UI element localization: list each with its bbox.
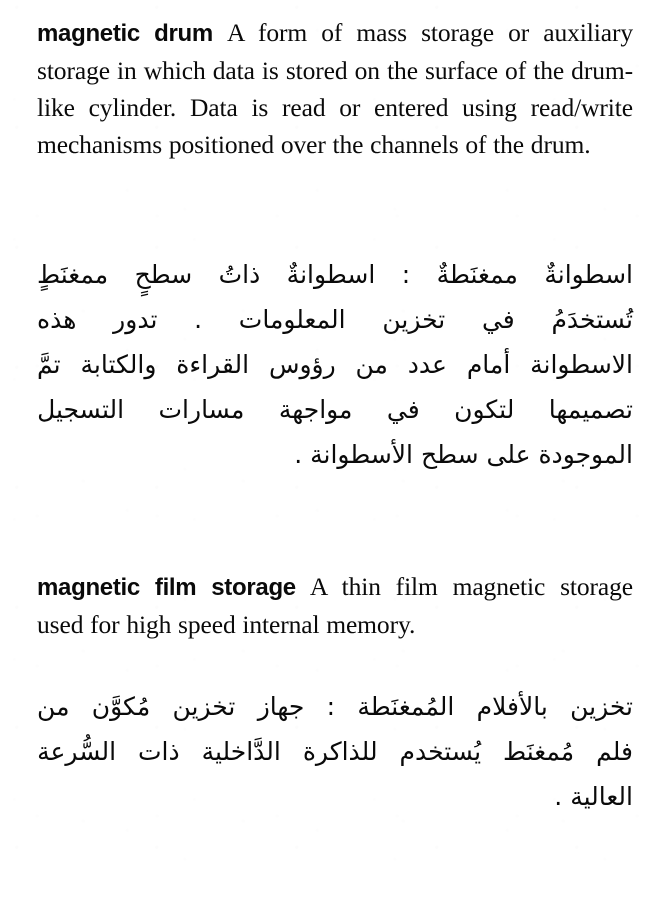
dictionary-entry: magnetic film storage A thin film magneti… (37, 568, 633, 643)
arabic-line: فلم مُمغنَط يُستخدم للذاكرة الدَّاخلية ذات الس… (37, 729, 633, 774)
arabic-word: من (355, 350, 388, 379)
arabic-word: هذه (37, 305, 77, 334)
arabic-word: اسطوانةٌ (286, 260, 376, 289)
arabic-line: تصميمها لتكون في مواجهة مسارات التسجيل (37, 387, 633, 432)
arabic-word: في (386, 395, 420, 424)
arabic-translation-block: تخزين بالأفلام المُمغنَطة: جهاز تخزين مُكوَّن… (37, 684, 633, 819)
arabic-word: أمام (466, 350, 511, 379)
arabic-word: تخزين (382, 305, 446, 334)
arabic-word: والكتابة (80, 350, 157, 379)
arabic-word: فلم (596, 737, 633, 766)
arabic-word: تصميمها (548, 395, 633, 424)
arabic-word: مُكوَّن (91, 692, 151, 721)
arabic-line: الاسطوانة أمام عدد من رؤوس القراءة والكتابة تمَ… (37, 342, 633, 387)
arabic-line: تُستخدَمُ في تخزين المعلومات. تدور هذه (37, 297, 633, 342)
arabic-word: عدد (407, 350, 447, 379)
arabic-word: ذات (138, 737, 180, 766)
dictionary-entry: magnetic drum A form of mass storage or a… (37, 14, 633, 163)
arabic-word: تمَّ (37, 350, 61, 379)
entry-headword: magnetic film storage (37, 574, 296, 601)
arabic-word: السُّرعة (37, 737, 117, 766)
dictionary-page: magnetic drum A form of mass storage or a… (0, 0, 665, 900)
arabic-word: المُمغنَطة (357, 692, 455, 721)
arabic-word: المعلومات (238, 305, 346, 334)
arabic-word: في (481, 305, 515, 334)
arabic-word: سطحٍ (134, 260, 193, 289)
arabic-word: للذاكرة (302, 737, 378, 766)
arabic-word: تُستخدَمُ (551, 305, 633, 334)
arabic-word: تخزين (570, 692, 633, 721)
entry-headword: magnetic drum (37, 20, 213, 47)
arabic-translation-block: اسطوانةٌ ممغنَطةٌ: اسطوانةٌ ذاتُ سطحٍ ممغنَطٍ… (37, 252, 633, 477)
arabic-word: تخزين (172, 692, 236, 721)
arabic-word: : (326, 692, 336, 721)
arabic-word: ممغنَطٍ (37, 260, 109, 289)
arabic-word: مواجهة (278, 395, 353, 424)
arabic-word: رؤوس (268, 350, 336, 379)
arabic-word: : (401, 260, 411, 289)
arabic-line: تخزين بالأفلام المُمغنَطة: جهاز تخزين مُكوَّن… (37, 684, 633, 729)
arabic-word: الدَّاخلية (201, 737, 281, 766)
arabic-word: . (194, 305, 203, 334)
arabic-word: مسارات (158, 395, 245, 424)
entry-english-definition: magnetic film storage A thin film magneti… (37, 568, 633, 643)
arabic-line: العالية . (554, 782, 633, 811)
arabic-word: لتكون (454, 395, 515, 424)
arabic-word: مُمغنَط (503, 737, 575, 766)
arabic-word: اسطوانةٌ (544, 260, 633, 289)
arabic-word: التسجيل (37, 395, 125, 424)
arabic-word: من (37, 692, 70, 721)
arabic-word: القراءة (176, 350, 250, 379)
arabic-word: ممغنَطةٌ (436, 260, 518, 289)
arabic-word: بالأفلام (476, 692, 548, 721)
entry-english-definition: magnetic drum A form of mass storage or a… (37, 14, 633, 163)
arabic-word: يُستخدم (399, 737, 482, 766)
arabic-word: تدور (113, 305, 158, 334)
arabic-line: الموجودة على سطح الأسطوانة . (294, 440, 633, 469)
arabic-word: جهاز (257, 692, 305, 721)
arabic-line: اسطوانةٌ ممغنَطةٌ: اسطوانةٌ ذاتُ سطحٍ ممغنَطٍ (37, 252, 633, 297)
arabic-word: ذاتُ (218, 260, 261, 289)
arabic-word: الاسطوانة (530, 350, 633, 379)
